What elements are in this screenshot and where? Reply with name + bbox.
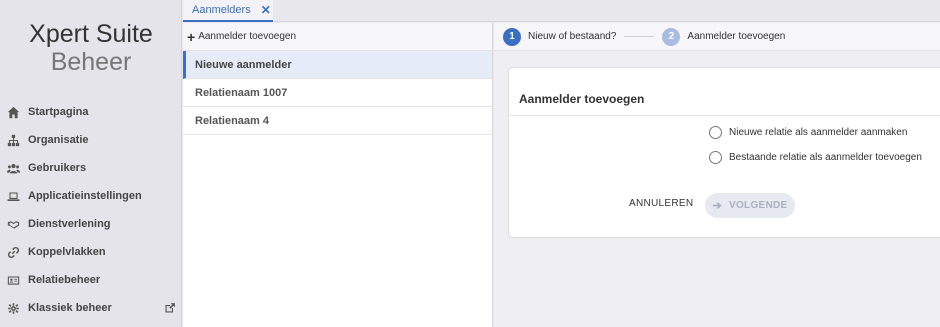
link-icon — [6, 245, 20, 259]
id-card-icon — [6, 273, 20, 287]
sidebar-item-applicatieinstellingen[interactable]: Applicatieinstellingen — [0, 182, 182, 210]
sidebar-item-organisatie[interactable]: Organisatie — [0, 126, 182, 154]
sidebar-item-startpagina[interactable]: Startpagina — [0, 98, 182, 126]
org-chart-icon — [6, 133, 20, 147]
sidebar-item-label: Gebruikers — [28, 162, 87, 174]
sidebar-item-label: Dienstverlening — [28, 218, 111, 230]
radio-circle[interactable] — [709, 151, 722, 164]
app-logo: Xpert Suite Beheer — [0, 20, 182, 76]
laptop-icon — [6, 189, 20, 203]
sidebar-item-label: Organisatie — [28, 134, 89, 146]
sidebar-item-label: Applicatieinstellingen — [28, 190, 142, 202]
next-button-label: VOLGENDE — [729, 200, 788, 211]
sidebar-item-label: Klassiek beheer — [28, 302, 112, 314]
list-item[interactable]: Relatienaam 4 — [183, 107, 492, 135]
step-connector — [624, 36, 655, 37]
step-number: 2 — [662, 27, 681, 46]
list-item-label: Relatienaam 4 — [195, 114, 269, 127]
card-title: Aanmelder toevoegen — [519, 92, 645, 106]
next-button[interactable]: ➔ VOLGENDE — [705, 193, 795, 218]
cancel-button[interactable]: ANNULEREN — [629, 198, 693, 209]
plus-icon: + — [187, 28, 196, 45]
gear-icon — [6, 301, 20, 315]
sidebar: Xpert Suite Beheer Startpagina Organisat… — [0, 0, 182, 327]
tab-bar: Aanmelders ✕ — [183, 0, 940, 22]
list-item[interactable]: Nieuwe aanmelder — [183, 51, 492, 79]
list-item[interactable]: Relatienaam 1007 — [183, 79, 492, 107]
list-item-label: Nieuwe aanmelder — [195, 58, 292, 71]
sidebar-item-label: Relatiebeheer — [28, 274, 101, 286]
add-aanmelder-button[interactable]: + Aanmelder toevoegen — [183, 23, 492, 51]
list-panel: + Aanmelder toevoegen Nieuwe aanmelder R… — [183, 23, 493, 327]
sidebar-item-label: Koppelvlakken — [28, 246, 106, 258]
brand-subtitle: Beheer — [50, 48, 132, 76]
step-aanmelder-toevoegen[interactable]: 2 Aanmelder toevoegen — [662, 27, 786, 46]
radio-circle[interactable] — [709, 126, 722, 139]
wizard-stepper: 1 Nieuw of bestaand? 2 Aanmelder toevoeg… — [494, 23, 940, 51]
radio-label: Bestaande relatie als aanmelder toevoege… — [729, 152, 922, 163]
close-icon[interactable]: ✕ — [261, 3, 271, 17]
radio-nieuwe-relatie[interactable]: Nieuwe relatie als aanmelder aanmaken — [709, 126, 907, 139]
tab-label: Aanmelders — [192, 4, 251, 16]
home-icon — [6, 105, 20, 119]
brand-title: Xpert Suite — [29, 20, 153, 48]
add-aanmelder-label: Aanmelder toevoegen — [198, 31, 297, 42]
main-content: Aanmelder toevoegen Nieuwe relatie als a… — [494, 52, 940, 327]
users-icon — [6, 161, 20, 175]
sidebar-item-koppelvlakken[interactable]: Koppelvlakken — [0, 238, 182, 266]
sidebar-item-dienstverlening[interactable]: Dienstverlening — [0, 210, 182, 238]
step-nieuw-of-bestaand[interactable]: 1 Nieuw of bestaand? — [503, 27, 617, 46]
step-label: Aanmelder toevoegen — [687, 31, 786, 42]
sidebar-item-label: Startpagina — [28, 106, 89, 118]
radio-bestaande-relatie[interactable]: Bestaande relatie als aanmelder toevoege… — [709, 151, 922, 164]
radio-label: Nieuwe relatie als aanmelder aanmaken — [729, 127, 908, 138]
handshake-icon — [6, 217, 20, 231]
list-item-label: Relatienaam 1007 — [195, 86, 288, 99]
sidebar-item-gebruikers[interactable]: Gebruikers — [0, 154, 182, 182]
step-number: 1 — [503, 27, 521, 46]
aanmelder-card: Aanmelder toevoegen Nieuwe relatie als a… — [508, 67, 940, 238]
step-label: Nieuw of bestaand? — [528, 31, 617, 42]
external-link-icon[interactable] — [164, 302, 176, 314]
arrow-right-icon: ➔ — [712, 200, 722, 212]
sidebar-item-relatiebeheer[interactable]: Relatiebeheer — [0, 266, 182, 294]
divider — [509, 115, 940, 116]
tab-aanmelders[interactable]: Aanmelders ✕ — [183, 0, 273, 22]
sidebar-item-klassiek-beheer[interactable]: Klassiek beheer — [0, 294, 182, 322]
sidebar-nav: Startpagina Organisatie Gebruikers Appli… — [0, 98, 182, 322]
